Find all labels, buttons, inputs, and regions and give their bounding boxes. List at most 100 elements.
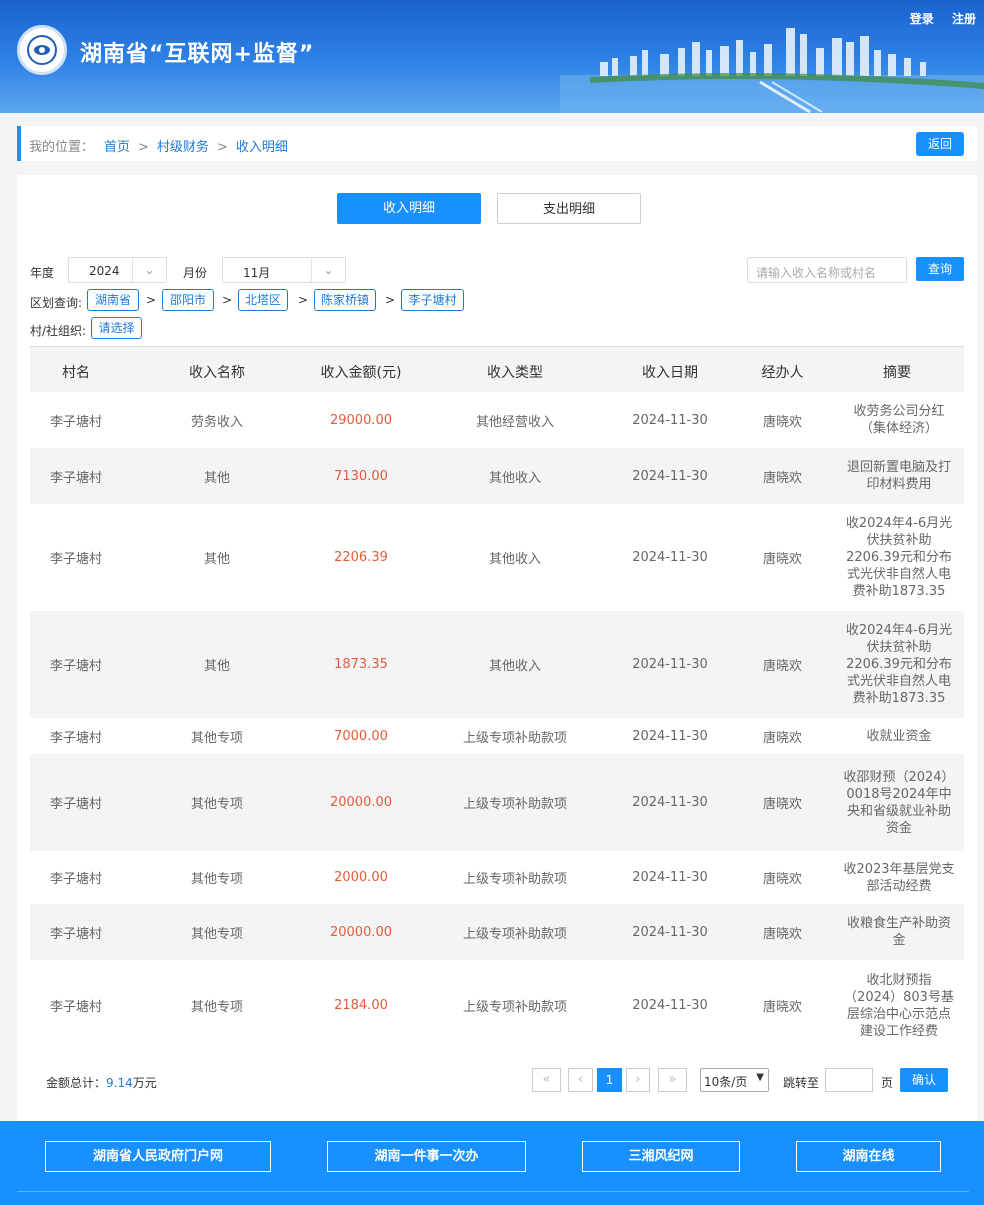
back-button[interactable]: 返回 [916,132,964,156]
footer-divider [17,1191,969,1192]
table-row: 李子塘村 其他专项 20000.00 上级专项补助款项 2024-11-30 唐晓欢 收邵财… [30,754,964,851]
cell-income-type: 其他收入 [488,659,541,674]
footer-links: 湖南省人民政府门户网 湖南一件事一次办 三湘风纪网 湖南在线 [0,1121,984,1205]
cell-income-name: 其他 [203,552,230,567]
footer-link-one-thing[interactable]: 湖南一件事一次办 [327,1141,526,1172]
cell-income-name: 劳务收入 [190,414,243,430]
footer-link-hunan-online[interactable]: 湖南在线 [796,1141,941,1172]
search-button[interactable]: 查询 [916,257,964,281]
tab-income-detail[interactable]: 收入明细 [337,193,481,224]
year-select[interactable]: 2024 ⌄ [68,257,167,283]
jump-page-input[interactable] [825,1068,873,1092]
col-village: 村名 [62,365,90,381]
org-label: 村/社组织: [30,324,87,338]
cell-amount: 20000.00 [329,795,393,810]
col-summary: 摘要 [883,365,911,381]
table-row: 李子塘村 其他专项 2000.00 上级专项补助款项 2024-11-30 唐晓欢 收202… [30,851,964,904]
col-income-type: 收入类型 [487,365,543,381]
region-tag-village[interactable]: 李子塘村 [401,289,464,311]
month-select[interactable]: 11月 ⌄ [222,257,346,283]
jump-confirm-button[interactable]: 确认 [900,1068,948,1092]
chevron-down-icon: ⌄ [132,258,166,282]
site-logo-icon[interactable] [17,25,67,75]
last-page-button[interactable]: » [658,1068,687,1092]
cell-amount: 7130.00 [334,468,388,484]
col-income-name: 收入名称 [189,365,245,381]
cell-date: 2024-11-30 [632,998,708,1013]
site-title: 湖南省“互联网+监督” [80,42,315,67]
breadcrumb-income-detail[interactable]: 收入明细 [236,140,288,155]
search-input[interactable]: 请输入收入名称或村名 [747,257,907,283]
breadcrumb-home[interactable]: 首页 [104,140,130,155]
table-header: 村名 收入名称 收入金额(元) 收入类型 收入日期 经办人 摘要 [30,346,964,392]
jump-label: 跳转至 [783,1076,820,1090]
year-label: 年度 [30,266,55,280]
main-panel: 收入明细 支出明细 年度 2024 ⌄ 月份 11月 ⌄ 请输入收入名称或村名 … [17,175,977,1121]
col-handler: 经办人 [761,365,804,381]
col-date: 收入日期 [642,365,698,381]
cell-summary: 收2024年4-6月光伏扶贫补助2206.39元和分布式光伏非自然人电费补助18… [845,516,953,599]
cell-income-type: 上级专项补助款项 [462,730,567,746]
table-row: 李子塘村 其他 7130.00 其他收入 2024-11-30 唐晓欢 退回新置电脑及打印材… [30,448,964,504]
month-label: 月份 [183,266,208,280]
col-amount: 收入金额(元) [320,365,402,381]
cell-income-name: 其他专项 [190,730,243,746]
cell-amount: 2184.00 [334,998,388,1013]
cell-income-name: 其他 [203,659,230,674]
footer-link-discipline[interactable]: 三湘风纪网 [582,1141,740,1172]
breadcrumb-label: 我的位置： [29,140,95,155]
cell-summary: 退回新置电脑及打印材料费用 [846,460,951,492]
cell-handler: 唐晓欢 [762,470,802,486]
cell-income-type: 上级专项补助款项 [462,797,567,812]
cell-handler: 唐晓欢 [762,872,802,887]
cell-village: 李子塘村 [49,926,102,942]
region-tag-city[interactable]: 邵阳市 [162,289,214,311]
cell-date: 2024-11-30 [632,870,708,885]
cell-amount: 29000.00 [329,412,393,428]
cell-date: 2024-11-30 [632,924,708,940]
next-page-button[interactable]: › [626,1068,650,1092]
cell-income-name: 其他专项 [190,926,243,942]
cell-date: 2024-11-30 [632,795,708,810]
cell-summary: 收劳务公司分红（集体经济） [853,404,945,436]
region-label: 区划查询: [30,296,83,310]
cell-village: 李子塘村 [49,797,102,812]
first-page-button[interactable]: « [532,1068,561,1092]
breadcrumb-village-finance[interactable]: 村级财务 [157,140,209,155]
cell-income-type: 其他收入 [488,470,541,486]
cell-summary: 收邵财预（2024）0018号2024年中央和省级就业补助资金 [843,769,955,836]
cell-income-type: 上级专项补助款项 [462,1000,567,1015]
cell-date: 2024-11-30 [632,657,708,672]
cell-income-name: 其他专项 [190,872,243,887]
org-select-tag[interactable]: 请选择 [91,317,142,339]
region-tag-town[interactable]: 陈家桥镇 [314,289,376,311]
cell-village: 李子塘村 [49,730,102,746]
footer-link-gov-portal[interactable]: 湖南省人民政府门户网 [45,1141,271,1172]
cell-village: 李子塘村 [49,552,102,567]
page-size-select[interactable]: 10条/页 ▼ [700,1068,769,1092]
table-row: 李子塘村 劳务收入 29000.00 其他经营收入 2024-11-30 唐晓欢 收劳务公司… [30,392,964,448]
cell-handler: 唐晓欢 [762,1000,802,1015]
cell-income-type: 其他经营收入 [475,414,554,430]
cell-handler: 唐晓欢 [762,926,802,942]
cell-income-name: 其他专项 [190,797,243,812]
table-row: 李子塘村 其他专项 7000.00 上级专项补助款项 2024-11-30 唐晓欢 收就业资… [30,718,964,754]
cell-handler: 唐晓欢 [762,730,802,746]
region-separator: > [146,293,157,307]
cell-income-type: 上级专项补助款项 [462,926,567,942]
tab-expense-detail[interactable]: 支出明细 [497,193,641,224]
prev-page-button[interactable]: ‹ [568,1068,593,1092]
site-header: 湖南省“互联网+监督” 登录 注册 [0,0,984,113]
current-page[interactable]: 1 [597,1068,622,1092]
region-tag-province[interactable]: 湖南省 [87,289,139,311]
cell-village: 李子塘村 [49,1000,102,1015]
amount-total-value: 9.14 [106,1076,133,1090]
region-tag-district[interactable]: 北塔区 [238,289,288,311]
breadcrumb: 我的位置： 首页 > 村级财务 > 收入明细 返回 [17,126,977,161]
breadcrumb-separator: > [138,140,149,155]
city-skyline-banner [560,28,984,113]
breadcrumb-separator: > [216,140,228,155]
cell-amount: 2000.00 [334,870,388,885]
cell-summary: 收粮食生产补助资金 [846,916,951,948]
cell-summary: 收就业资金 [866,728,932,744]
